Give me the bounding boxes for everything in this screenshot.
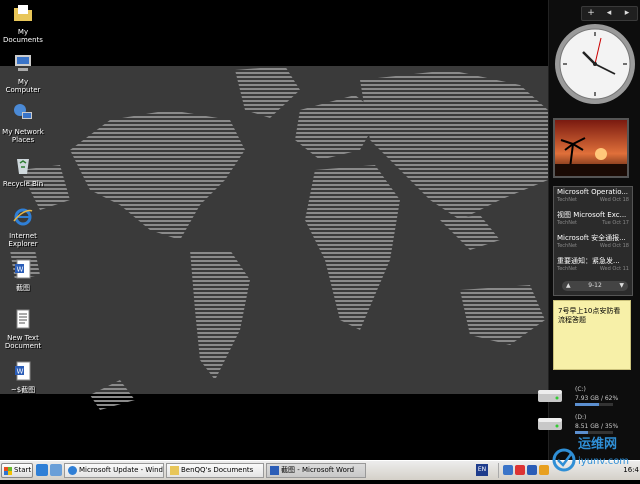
sidebar-controls: + ◂ ▸ [581,6,638,21]
desktop-icon-label: My Documents [3,28,43,44]
feed-item[interactable]: 重要通知：紧急发... TechNet Wed Oct 11 [554,256,632,279]
task-label: Microsoft Update - Wind... [79,466,164,474]
start-button[interactable]: Start [1,463,33,478]
desktop-icon-my-network-places[interactable]: My Network Places [0,102,46,144]
notes-gadget[interactable]: 7号早上10点安防看流程答题 [553,300,631,370]
start-label: Start [14,466,32,474]
desktop-icon-label: Internet Explorer [8,232,38,248]
desktop-icon-my-computer[interactable]: My Computer [0,52,46,94]
quick-launch-ie-icon[interactable] [36,464,48,476]
language-indicator[interactable]: EN [476,464,488,476]
desktop-icon-label: New Text Document [4,334,42,350]
computer-icon [15,55,31,71]
next-button[interactable]: ▸ [618,7,636,20]
desktop-icon-recycle-bin[interactable]: Recycle Bin [0,154,46,188]
feed-item-title: 视图 Microsoft Exc... [557,211,627,219]
desktop-icon-label: My Computer [5,78,41,94]
internet-explorer-icon [13,208,33,226]
desktop-icon-label: 截图 [16,284,30,292]
feed-item-source: TechNet [557,243,577,249]
task-label: 截图 - Microsoft Word [281,466,355,474]
feed-item[interactable]: Microsoft 安全通报... TechNet Wed Oct 18 [554,233,632,256]
feed-pager: ▲ 9-12 ▼ [562,281,628,291]
watermark-logo: 运维网 iyunv.com [552,436,629,472]
drive-usage-bar [575,403,613,406]
note-text: 7号早上10点安防看流程答题 [558,307,621,324]
desktop-icon-new-text-document[interactable]: New Text Document [0,308,46,350]
svg-text:W: W [17,368,24,376]
task-button-word-document[interactable]: 截图 - Microsoft Word [266,463,366,478]
desktop-icon-label: My Network Places [2,128,44,144]
tray-app-icon[interactable] [539,465,549,475]
tray-network-icon[interactable] [503,465,513,475]
tray-security-icon[interactable] [515,465,525,475]
feed-prev-icon[interactable]: ▲ [566,281,571,291]
drive-size: 7.93 GB / 62% [575,395,619,402]
feed-item-date: Wed Oct 18 [599,197,629,203]
clock-gadget[interactable] [553,22,637,106]
feed-item-title: Microsoft Operatio... [557,188,629,196]
add-gadget-button[interactable]: + [582,7,600,20]
tray-app-icon[interactable] [527,465,537,475]
drive-usage-fill [575,403,599,406]
internet-explorer-icon [68,466,77,475]
feed-item-title: Microsoft 安全通报... [557,234,626,242]
feed-item-source: TechNet [557,266,577,272]
word-document-icon: W [15,259,31,279]
feed-item-title: 重要通知：紧急发... [557,257,620,265]
desktop-icon-label: Recycle Bin [2,180,44,188]
word-document-icon: W [15,361,31,381]
feed-item[interactable]: 视图 Microsoft Exc... TechNet Tue Oct 17 [554,210,632,233]
slideshow-gadget[interactable] [553,118,629,178]
task-label: BenQQ's Documents [181,466,254,474]
folder-documents-icon [14,5,32,21]
feed-item-date: Tue Oct 17 [602,220,629,226]
desktop-icon-my-documents[interactable]: My Documents [0,2,46,44]
hard-drive-icon [538,390,562,402]
svg-text:W: W [17,266,24,274]
feed-next-icon[interactable]: ▼ [619,281,624,291]
folder-icon [170,466,179,475]
feed-item-date: Wed Oct 11 [599,266,629,272]
watermark-subtext: iyunv.com [578,456,629,467]
text-document-icon [16,309,30,329]
desktop-icon-temp-screenshot-doc[interactable]: W ~$截图 [0,360,46,394]
recycle-bin-icon [17,159,29,174]
drive-size: 8.51 GB / 35% [575,423,619,430]
feed-headlines-gadget: Microsoft Operatio... TechNet Wed Oct 18 … [553,186,633,296]
windows-logo-icon [4,467,12,475]
quick-launch-show-desktop-icon[interactable] [50,464,62,476]
world-map-wallpaper [10,66,548,410]
feed-item-source: TechNet [557,220,577,226]
word-icon [270,466,279,475]
watermark-text: 运维网 [578,436,617,452]
network-places-icon [14,104,32,119]
drive-meter-c: (C:) 7.93 GB / 62% [537,386,627,410]
feed-item-source: TechNet [557,197,577,203]
drive-name: (D:) [575,414,587,421]
feed-page-indicator: 9-12 [588,282,602,289]
taskbar: Start Microsoft Update - Wind... BenQQ's… [0,460,640,480]
task-button-documents-folder[interactable]: BenQQ's Documents [166,463,264,478]
feed-item[interactable]: Microsoft Operatio... TechNet Wed Oct 18 [554,187,632,210]
task-button-microsoft-update[interactable]: Microsoft Update - Wind... [64,463,164,478]
windows-sidebar: + ◂ ▸ Microsoft Operatio... TechNet Wed … [538,0,640,460]
desktop-icon-label: ~$截图 [10,386,36,394]
desktop-icon-internet-explorer[interactable]: Internet Explorer [0,206,46,248]
desktop-icon-screenshot-doc[interactable]: W 截图 [0,258,46,292]
sunset-palm-photo [555,120,627,176]
drive-name: (C:) [575,386,586,393]
previous-button[interactable]: ◂ [600,7,618,20]
watermark: 运维网 iyunv.com [552,430,640,480]
feed-item-date: Wed Oct 18 [599,243,629,249]
